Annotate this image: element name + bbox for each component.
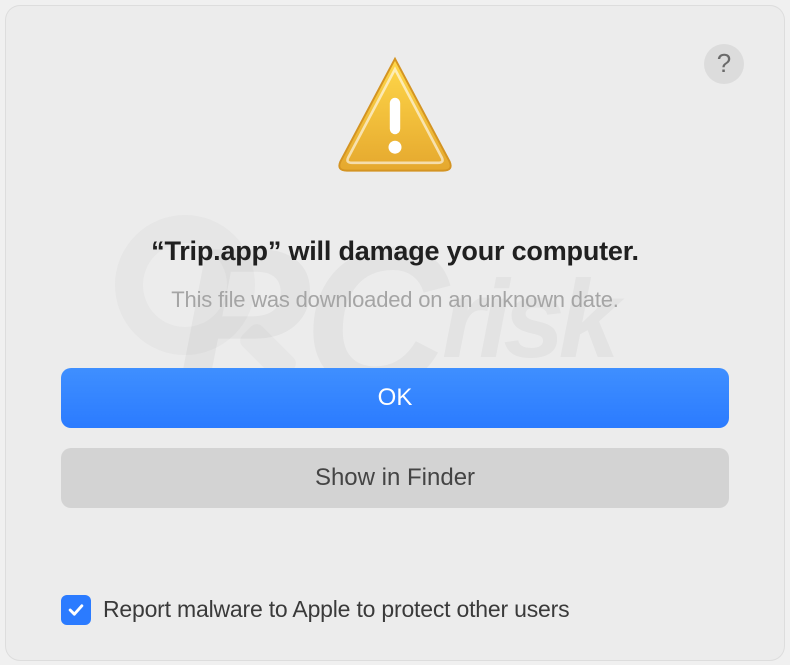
dialog-subtext: This file was downloaded on an unknown d… [171,287,618,313]
button-row: OK Show in Finder [61,368,729,508]
dialog-content: “Trip.app” will damage your computer. Th… [61,46,729,625]
show-in-finder-label: Show in Finder [315,464,475,492]
checkmark-icon [66,600,86,620]
report-checkbox-label: Report malware to Apple to protect other… [103,596,569,623]
dialog-headline: “Trip.app” will damage your computer. [151,236,639,267]
report-checkbox-row: Report malware to Apple to protect other… [61,595,729,625]
warning-triangle-icon [330,51,460,181]
show-in-finder-button[interactable]: Show in Finder [61,448,729,508]
ok-button-label: OK [378,384,413,412]
ok-button[interactable]: OK [61,368,729,428]
gatekeeper-dialog: PCrisk ? “Trip.app” will damage your com… [6,6,784,660]
report-checkbox[interactable] [61,595,91,625]
